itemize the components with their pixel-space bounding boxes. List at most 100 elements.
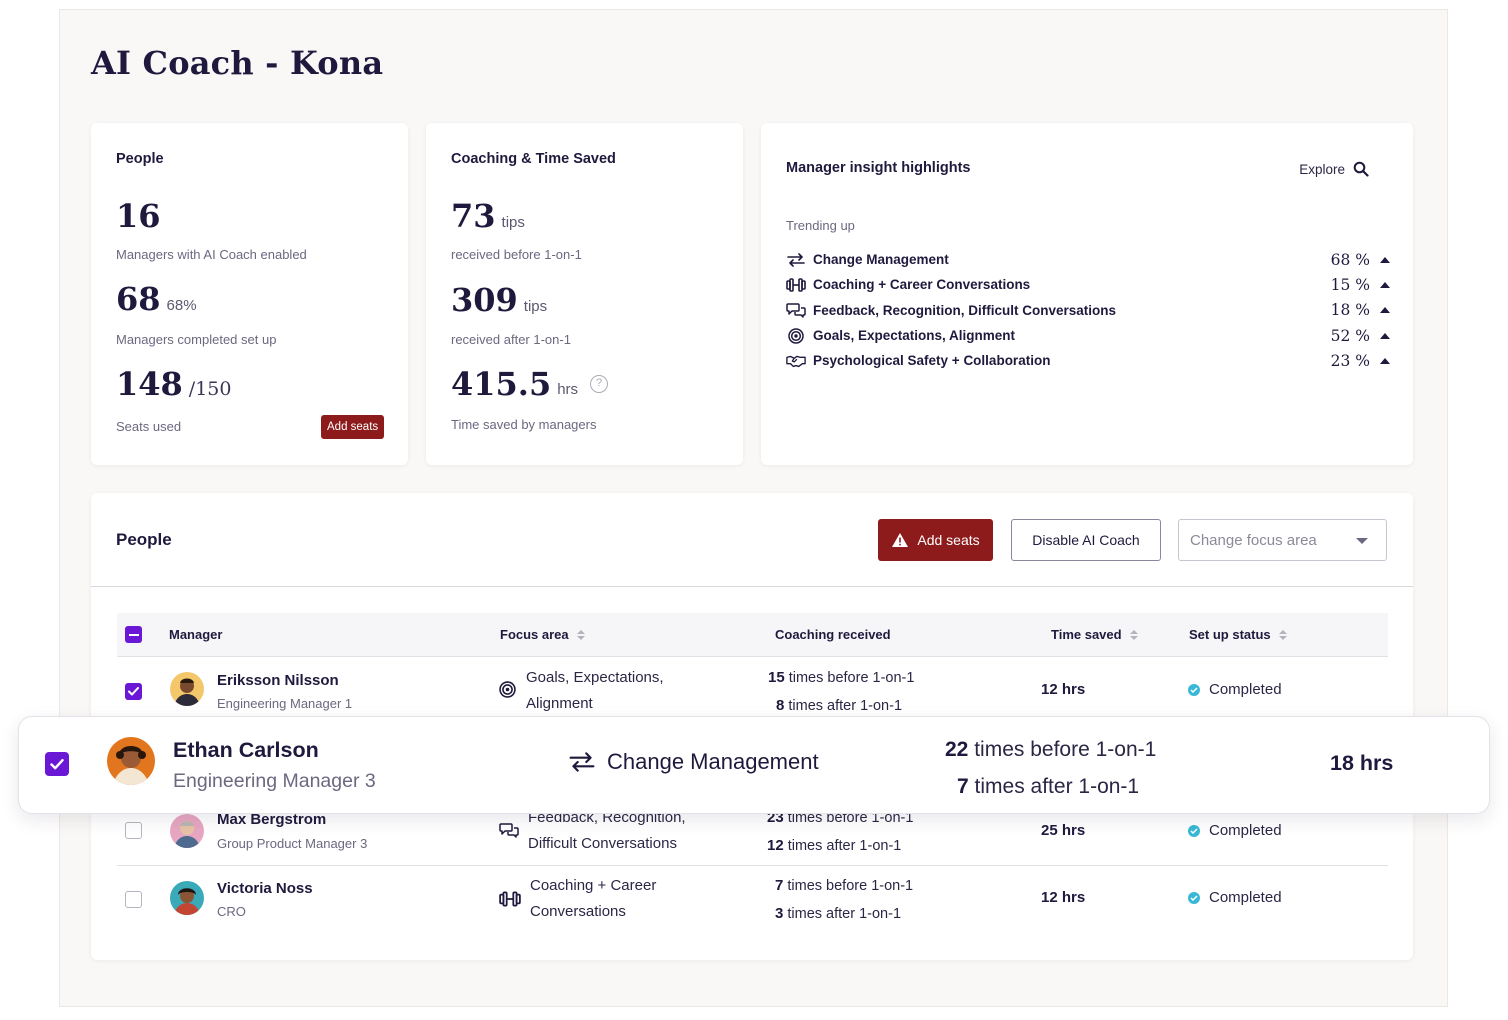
check-icon [128,687,139,696]
select-all-checkbox[interactable] [125,626,142,643]
sort-icon [1129,629,1138,640]
table-row[interactable]: Victoria Noss CRO Coaching + Career Conv… [117,865,1388,937]
people-table-title: People [116,530,172,549]
coaching-card: Coaching & Time Saved 73 tips received b… [426,123,743,465]
coaching-after-count: 12 [767,837,784,854]
coaching-after-text: times after 1-on-1 [974,775,1140,798]
coaching-after-count: 8 [776,697,785,714]
sort-icon [1278,629,1287,640]
focus-area: Change Management [569,749,819,775]
tips-before-label: received before 1-on-1 [451,247,582,262]
table-header: Manager Focus area Coaching received Tim… [117,613,1388,657]
coaching-after-text: times after 1-on-1 [787,838,902,854]
focus-line: Coaching + Career [530,877,657,894]
column-label: Coaching received [775,627,891,642]
coaching-before-count: 7 [775,877,784,894]
check-icon [50,758,64,769]
column-header-time-saved[interactable]: Time saved [1051,627,1138,642]
time-saved: 18 hrs [1330,751,1394,775]
tips-after-value: 309 [451,281,518,319]
time-saved-stat: 415.5 hrs ? [451,365,609,403]
dumbbell-icon [786,276,806,294]
trend-item: Psychological Safety + Collaboration 23 … [786,348,1390,373]
help-icon[interactable]: ? [590,375,609,393]
highlighted-row[interactable]: Ethan Carlson Engineering Manager 3 Chan… [18,716,1490,814]
coaching-after-text: times after 1-on-1 [787,906,902,922]
dumbbell-icon [499,891,521,911]
change-focus-area-select[interactable]: Change focus area [1178,519,1387,561]
add-seats-button[interactable]: Add seats [878,519,993,561]
page-title: AI Coach - Kona [91,44,384,82]
swap-arrows-icon [786,251,806,269]
table-row[interactable]: Eriksson Nilsson Engineering Manager 1 G… [117,657,1388,717]
column-header-coaching-received[interactable]: Coaching received [775,627,891,642]
tips-before-unit: tips [501,214,525,231]
manager-role: Engineering Manager 1 [217,696,353,711]
column-label: Focus area [500,627,569,642]
time-saved: 12 hrs [1041,681,1086,698]
focus-line: Goals, Expectations, [526,669,664,686]
column-label: Set up status [1189,627,1271,642]
setup-status-label: Completed [1209,889,1282,906]
focus-area-text: Coaching + Career Conversations [530,873,656,925]
managers-enabled-stat: 16 [116,197,161,235]
chevron-down-icon [1356,538,1368,544]
trend-up-icon [1380,281,1390,288]
check-circle-icon [1188,891,1200,904]
trend-name: Feedback, Recognition, Difficult Convers… [813,302,1117,318]
manager-name: Eriksson Nilsson [217,672,339,689]
managers-enabled-label: Managers with AI Coach enabled [116,247,307,262]
handshake-icon [786,352,806,370]
row-checkbox[interactable] [125,683,142,700]
insights-card: Manager insight highlights Explore Trend… [761,123,1413,465]
trend-pct: 68 % [1330,250,1370,269]
time-saved: 25 hrs [1041,822,1086,839]
change-focus-area-placeholder: Change focus area [1190,531,1317,549]
trend-up-icon [1380,307,1390,314]
coaching-after-text: times after 1-on-1 [788,698,903,714]
row-checkbox[interactable] [125,891,142,908]
trend-name: Change Management [813,252,949,268]
column-header-setup-status[interactable]: Set up status [1189,627,1287,642]
manager-name: Ethan Carlson [173,738,319,762]
tips-after-unit: tips [523,298,548,315]
managers-setup-value: 68 [116,280,161,318]
focus-area-text: Change Management [607,749,819,774]
row-checkbox[interactable] [125,822,142,839]
sort-icon [576,629,585,640]
tips-after-label: received after 1-on-1 [451,332,571,347]
coaching-received: 22 times before 1-on-1 7 times after 1-o… [945,731,1156,805]
disable-ai-coach-button[interactable]: Disable AI Coach [1011,519,1161,561]
swap-arrows-icon [569,752,595,772]
column-header-manager[interactable]: Manager [169,627,222,642]
trend-item: Coaching + Career Conversations 15 % [786,272,1390,297]
seats-used-label: Seats used [116,419,182,434]
trending-up-label: Trending up [786,218,855,233]
trend-name: Goals, Expectations, Alignment [813,328,1016,344]
manager-role: Group Product Manager 3 [217,836,368,851]
explore-link[interactable]: Explore [1299,161,1369,177]
target-icon [786,327,806,345]
coaching-after-count: 3 [775,905,784,922]
manager-role: CRO [217,904,246,919]
tips-before-stat: 73 tips [451,197,525,235]
people-summary-card: People 16 Managers with AI Coach enabled… [91,123,408,465]
divider [91,586,1413,587]
setup-status: Completed [1188,889,1282,906]
trend-item: Goals, Expectations, Alignment 52 % [786,323,1390,348]
coaching-before-text: times before 1-on-1 [788,670,915,686]
trend-item: Change Management 68 % [786,247,1390,272]
coaching-card-title: Coaching & Time Saved [451,151,616,167]
trend-list: Change Management 68 % Coaching + Career… [786,247,1390,373]
coaching-before-text: times before 1-on-1 [787,878,914,894]
add-seats-small-button[interactable]: Add seats [321,415,385,439]
column-header-focus-area[interactable]: Focus area [500,627,585,642]
avatar [107,737,155,785]
seats-stat: 148 /150 [116,365,231,403]
time-saved-label: Time saved by managers [451,417,597,432]
column-label: Time saved [1051,627,1122,642]
avatar [170,814,204,848]
trend-pct: 52 % [1330,326,1370,345]
row-checkbox[interactable] [45,752,69,776]
focus-line: Alignment [526,695,593,712]
